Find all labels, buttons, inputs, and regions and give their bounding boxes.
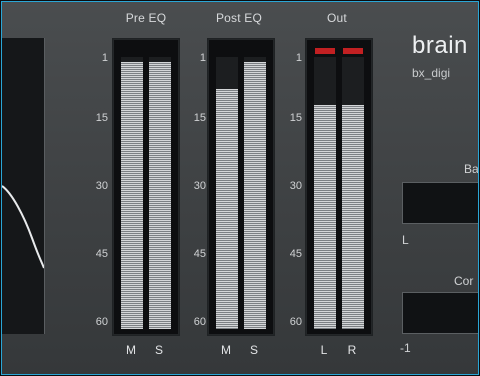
scale-tick-label: 1: [295, 52, 302, 64]
clip-indicator-left[interactable]: [315, 48, 335, 54]
plugin-window: Pre EQ Post EQ Out 1 15 30 45 60 1 15 30 45 60 1…: [1, 1, 479, 375]
clip-indicator-right[interactable]: [343, 48, 363, 54]
post-eq-meter-m: [216, 57, 238, 329]
correlation-display[interactable]: [402, 292, 478, 334]
scale-tick-label: 60: [289, 316, 302, 328]
scale-tick-label: 45: [95, 248, 108, 260]
eq-curve: [2, 185, 44, 269]
out-label: Out: [327, 11, 347, 25]
brand-subtitle: bx_digi: [412, 66, 451, 80]
channel-label-pre-s: S: [154, 343, 163, 357]
scale-tick-label: 15: [193, 112, 206, 124]
out-meter-r: [342, 57, 364, 329]
scale-tick-label: 1: [199, 52, 206, 64]
eq-curve-display[interactable]: [2, 38, 45, 334]
scale-tick-label: 45: [193, 248, 206, 260]
pre-eq-meter: [112, 38, 180, 336]
correlation-label: Cor: [454, 274, 474, 288]
scale-tick-label: 15: [95, 112, 108, 124]
scale-tick-label: 60: [95, 316, 108, 328]
scale-tick-label: 1: [101, 52, 108, 64]
channel-label-post-m: M: [221, 343, 231, 357]
out-meter: [305, 38, 373, 336]
out-meter-l: [314, 57, 336, 329]
scale-tick-label: 15: [289, 112, 302, 124]
scale-tick-label: 60: [193, 316, 206, 328]
post-eq-label: Post EQ: [215, 11, 263, 25]
post-eq-meter-s: [244, 57, 266, 329]
channel-label-out-l: L: [320, 343, 328, 357]
brand-title: brain: [412, 32, 468, 59]
scale-tick-label: 30: [289, 180, 302, 192]
pre-eq-meter-m: [121, 57, 143, 329]
balance-label: Ba: [464, 162, 479, 176]
scale-tick-label: 30: [95, 180, 108, 192]
balance-display[interactable]: [402, 182, 478, 224]
channel-label-post-s: S: [249, 343, 258, 357]
scale-tick-label: 45: [289, 248, 302, 260]
pre-eq-label: Pre EQ: [125, 11, 167, 25]
post-eq-meter: [207, 38, 275, 336]
channel-label-out-r: R: [347, 343, 357, 357]
scale-tick-label: 30: [193, 180, 206, 192]
balance-left-label: L: [402, 233, 409, 247]
channel-label-pre-m: M: [126, 343, 136, 357]
pre-eq-meter-s: [149, 57, 171, 329]
correlation-min-label: -1: [400, 341, 411, 355]
